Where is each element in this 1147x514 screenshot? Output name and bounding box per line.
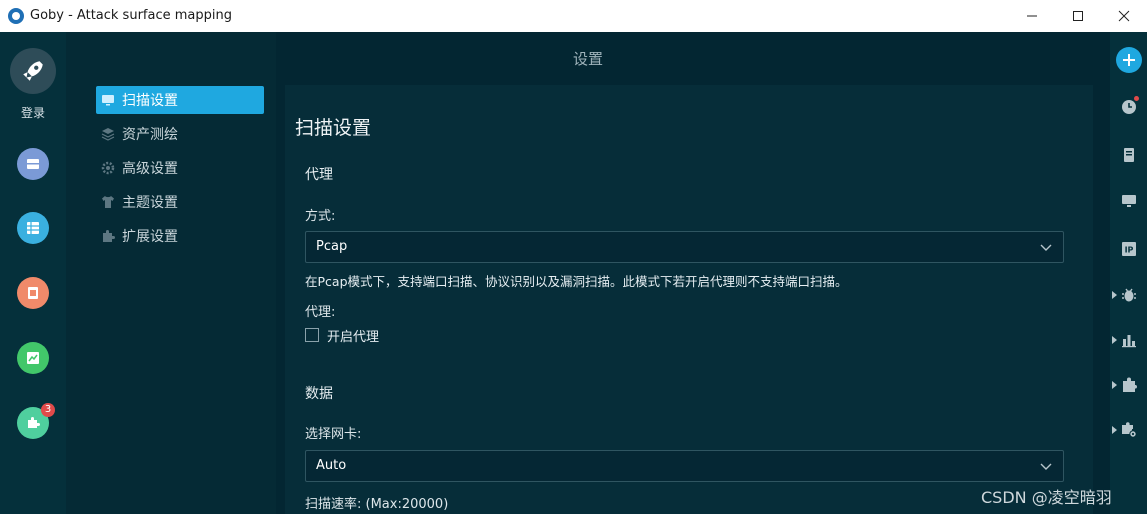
minimize-button[interactable]: [1009, 0, 1055, 32]
nav-theme-settings[interactable]: 主题设置: [96, 188, 264, 216]
right-rail: IP: [1110, 32, 1147, 514]
panel-title: 扫描设置: [295, 117, 372, 139]
nav-extension-settings[interactable]: 扩展设置: [96, 222, 264, 250]
minimize-icon: [1027, 15, 1037, 17]
goby-app-icon: [8, 8, 24, 24]
nav-asset-mapping[interactable]: 资产测绘: [96, 120, 264, 148]
maximize-button[interactable]: [1055, 0, 1101, 32]
ip-icon: IP: [1122, 242, 1136, 256]
scan-rate-label: 扫描速率: (Max:20000): [305, 497, 449, 512]
plus-icon: [1123, 54, 1135, 66]
expand-arrow-icon: [1112, 291, 1117, 299]
nav-label: 扫描设置: [122, 93, 178, 109]
settings-nav: 扫描设置 资产测绘 高级设置 主题设置 扩展设置: [66, 32, 276, 514]
mode-select-value: Pcap: [316, 239, 348, 254]
monitor-icon: [100, 92, 116, 108]
scan-settings-panel: 扫描设置 代理 方式: Pcap 在Pcap模式下，支持端口扫描、协议识别以及漏…: [285, 85, 1093, 514]
login-label[interactable]: 登录: [0, 104, 66, 121]
puzzle-icon: [1123, 377, 1138, 392]
scan-icon: [27, 159, 39, 169]
mode-select[interactable]: Pcap: [305, 231, 1064, 263]
chart-button[interactable]: [17, 342, 49, 374]
document-icon: [1124, 148, 1134, 162]
plugin-settings-button[interactable]: [1112, 419, 1140, 441]
rocket-icon: [23, 61, 43, 81]
expand-arrow-icon: [1112, 336, 1117, 344]
add-task-button[interactable]: [1116, 47, 1142, 73]
puzzle-icon: [100, 228, 116, 244]
scan-button[interactable]: [17, 148, 49, 180]
maximize-icon: [1073, 11, 1083, 21]
shirt-icon: [100, 194, 116, 210]
window-title: Goby - Attack surface mapping: [30, 8, 232, 23]
puzzle-gear-icon: [1122, 422, 1137, 438]
report-button[interactable]: [17, 277, 49, 309]
nav-label: 资产测绘: [122, 127, 178, 143]
bug-icon: [1122, 288, 1136, 302]
history-button[interactable]: [1118, 96, 1140, 118]
puzzle-icon: [28, 417, 40, 428]
gear-icon: [100, 160, 116, 176]
proxy-section-title: 代理: [305, 167, 333, 183]
data-section-title: 数据: [305, 386, 333, 402]
svg-text:IP: IP: [1125, 246, 1134, 255]
nav-label: 主题设置: [122, 195, 178, 211]
nav-label: 扩展设置: [122, 229, 178, 245]
avatar[interactable]: [10, 48, 56, 94]
nav-label: 高级设置: [122, 161, 178, 177]
window-titlebar: Goby - Attack surface mapping: [0, 0, 1147, 32]
mode-label: 方式:: [305, 209, 336, 224]
enable-proxy-checkbox[interactable]: [305, 328, 319, 342]
nic-label: 选择网卡:: [305, 427, 362, 442]
ip-button[interactable]: IP: [1118, 238, 1140, 260]
nav-scan-settings[interactable]: 扫描设置: [96, 86, 264, 114]
monitor-button[interactable]: [1118, 190, 1140, 212]
document-button[interactable]: [1118, 144, 1140, 166]
monitor-icon: [1122, 195, 1136, 207]
chart-icon: [27, 352, 39, 364]
mode-note: 在Pcap模式下，支持端口扫描、协议识别以及漏洞扫描。此模式下若开启代理则不支持…: [305, 274, 848, 289]
vulnerability-button[interactable]: [1112, 284, 1140, 306]
report-icon: [28, 287, 38, 299]
enable-proxy-label[interactable]: 开启代理: [327, 326, 379, 345]
chevron-down-icon: [1040, 244, 1052, 251]
plugin-button[interactable]: [1112, 374, 1140, 396]
layers-icon: [100, 126, 116, 142]
extensions-button[interactable]: 3: [17, 403, 55, 439]
notification-badge: 3: [41, 403, 55, 417]
expand-arrow-icon: [1112, 426, 1117, 434]
close-button[interactable]: [1101, 0, 1147, 32]
chevron-down-icon: [1040, 463, 1052, 470]
nic-select[interactable]: Auto: [305, 450, 1064, 482]
watermark: CSDN @凌空暗羽: [981, 488, 1112, 507]
page-title: 设置: [572, 50, 603, 68]
expand-arrow-icon: [1112, 381, 1117, 389]
list-icon: [27, 222, 39, 234]
nic-select-value: Auto: [316, 458, 347, 473]
assets-button[interactable]: [17, 212, 49, 244]
close-icon: [1118, 10, 1130, 22]
bar-chart-icon: [1122, 335, 1136, 348]
proxy-label: 代理:: [305, 305, 336, 320]
statistics-button[interactable]: [1112, 329, 1140, 351]
nav-advanced-settings[interactable]: 高级设置: [96, 154, 264, 182]
left-rail: 登录 3: [0, 32, 66, 514]
notification-dot: [1134, 96, 1139, 101]
